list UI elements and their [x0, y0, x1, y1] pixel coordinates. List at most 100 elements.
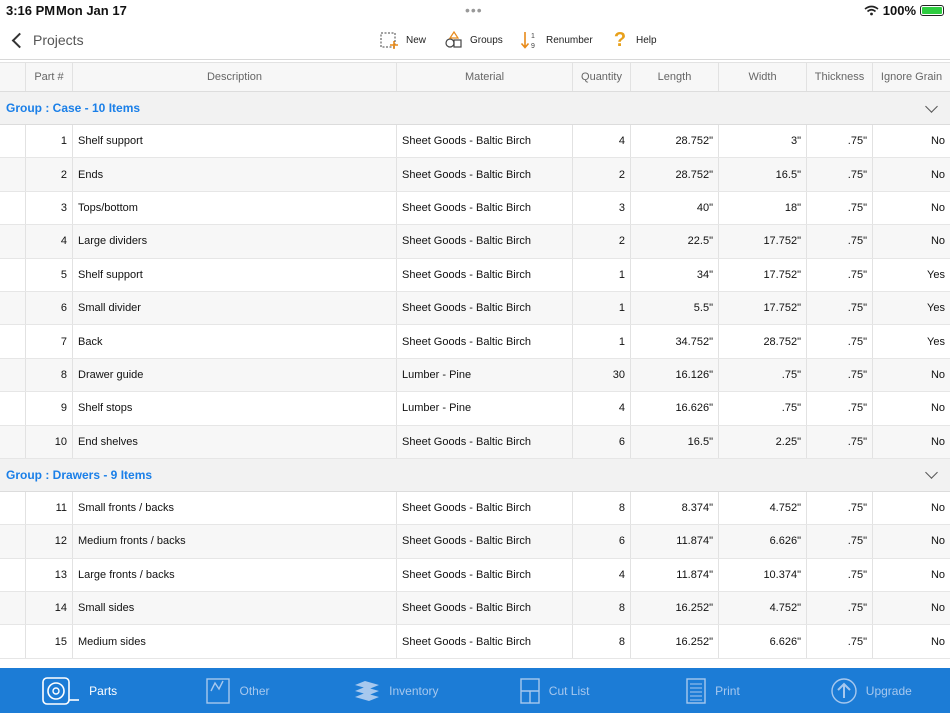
- width-cell[interactable]: 18": [719, 191, 807, 225]
- width-cell[interactable]: 6.626": [719, 625, 807, 658]
- help-button[interactable]: ? Help: [610, 28, 657, 52]
- part-number-cell[interactable]: 3: [26, 191, 73, 225]
- header-length[interactable]: Length: [631, 63, 719, 91]
- width-cell[interactable]: .75": [719, 358, 807, 392]
- table-row[interactable]: 6 Small divider Sheet Goods - Baltic Birch…: [0, 291, 950, 326]
- table-row[interactable]: 8 Drawer guide Lumber - Pine 30 16.126" .75".…: [0, 358, 950, 393]
- part-number-cell[interactable]: 15: [26, 625, 73, 658]
- description-cell[interactable]: Shelf support: [73, 125, 397, 158]
- description-cell[interactable]: End shelves: [73, 425, 397, 458]
- length-cell[interactable]: 11.874": [631, 558, 719, 592]
- width-cell[interactable]: 4.752": [719, 491, 807, 525]
- material-cell[interactable]: Sheet Goods - Baltic Birch: [397, 425, 573, 458]
- quantity-cell[interactable]: 2: [573, 225, 631, 258]
- thickness-cell[interactable]: .75": [807, 525, 873, 558]
- part-number-cell[interactable]: 4: [26, 225, 73, 258]
- header-thickness[interactable]: Thickness: [807, 63, 873, 91]
- description-cell[interactable]: Medium fronts / backs: [73, 525, 397, 558]
- material-cell[interactable]: Sheet Goods - Baltic Birch: [397, 191, 573, 225]
- description-cell[interactable]: Shelf stops: [73, 392, 397, 425]
- length-cell[interactable]: 16.252": [631, 625, 719, 658]
- length-cell[interactable]: 22.5": [631, 225, 719, 258]
- material-cell[interactable]: Sheet Goods - Baltic Birch: [397, 158, 573, 191]
- ignore-grain-cell[interactable]: No: [873, 559, 950, 591]
- ignore-grain-cell[interactable]: No: [873, 426, 950, 458]
- header-part[interactable]: Part #: [26, 63, 73, 91]
- description-cell[interactable]: Ends: [73, 158, 397, 191]
- description-cell[interactable]: Back: [73, 325, 397, 358]
- length-cell[interactable]: 8.374": [631, 491, 719, 525]
- description-cell[interactable]: Large dividers: [73, 225, 397, 258]
- tab-other[interactable]: Other: [158, 668, 316, 713]
- material-cell[interactable]: Sheet Goods - Baltic Birch: [397, 225, 573, 258]
- ignore-grain-cell[interactable]: No: [873, 359, 950, 391]
- ignore-grain-cell[interactable]: Yes: [873, 292, 950, 324]
- material-cell[interactable]: Sheet Goods - Baltic Birch: [397, 525, 573, 558]
- quantity-cell[interactable]: 4: [573, 392, 631, 425]
- thickness-cell[interactable]: .75": [807, 191, 873, 225]
- material-cell[interactable]: Sheet Goods - Baltic Birch: [397, 291, 573, 325]
- group-header[interactable]: Group : Case - 10 Items: [0, 92, 950, 125]
- description-cell[interactable]: Drawer guide: [73, 358, 397, 392]
- width-cell[interactable]: 2.25": [719, 425, 807, 458]
- part-number-cell[interactable]: 9: [26, 392, 73, 425]
- thickness-cell[interactable]: .75": [807, 558, 873, 592]
- table-row[interactable]: 15 Medium sides Sheet Goods - Baltic Birch…: [0, 625, 950, 659]
- part-number-cell[interactable]: 10: [26, 425, 73, 458]
- table-row[interactable]: 12 Medium fronts / backs Sheet Goods - Bal…: [0, 525, 950, 559]
- part-number-cell[interactable]: 13: [26, 558, 73, 592]
- quantity-cell[interactable]: 6: [573, 425, 631, 458]
- thickness-cell[interactable]: .75": [807, 291, 873, 325]
- thickness-cell[interactable]: .75": [807, 592, 873, 625]
- length-cell[interactable]: 16.252": [631, 592, 719, 625]
- quantity-cell[interactable]: 4: [573, 558, 631, 592]
- group-header[interactable]: Group : Drawers - 9 Items: [0, 458, 950, 492]
- table-row[interactable]: 9 Shelf stops Lumber - Pine 4 16.626" .75" .75…: [0, 392, 950, 426]
- width-cell[interactable]: .75": [719, 392, 807, 425]
- length-cell[interactable]: 34": [631, 258, 719, 291]
- width-cell[interactable]: 28.752": [719, 325, 807, 358]
- description-cell[interactable]: Shelf support: [73, 258, 397, 291]
- material-cell[interactable]: Sheet Goods - Baltic Birch: [397, 491, 573, 525]
- ignore-grain-cell[interactable]: No: [873, 592, 950, 624]
- length-cell[interactable]: 16.626": [631, 392, 719, 425]
- length-cell[interactable]: 11.874": [631, 525, 719, 558]
- thickness-cell[interactable]: .75": [807, 325, 873, 358]
- length-cell[interactable]: 5.5": [631, 291, 719, 325]
- length-cell[interactable]: 40": [631, 191, 719, 225]
- chevron-down-icon[interactable]: [925, 466, 938, 480]
- new-button[interactable]: New: [380, 28, 426, 52]
- quantity-cell[interactable]: 6: [573, 525, 631, 558]
- width-cell[interactable]: 16.5": [719, 158, 807, 191]
- thickness-cell[interactable]: .75": [807, 425, 873, 458]
- material-cell[interactable]: Sheet Goods - Baltic Birch: [397, 325, 573, 358]
- table-row[interactable]: 13 Large fronts / backs Sheet Goods - Balt…: [0, 558, 950, 593]
- thickness-cell[interactable]: .75": [807, 358, 873, 392]
- description-cell[interactable]: Medium sides: [73, 625, 397, 658]
- ignore-grain-cell[interactable]: No: [873, 525, 950, 557]
- description-cell[interactable]: Tops/bottom: [73, 191, 397, 225]
- table-row[interactable]: 10 End shelves Sheet Goods - Baltic Birch 6…: [0, 425, 950, 459]
- thickness-cell[interactable]: .75": [807, 625, 873, 658]
- width-cell[interactable]: 17.752": [719, 225, 807, 258]
- tab-print[interactable]: Print: [633, 668, 791, 713]
- table-row[interactable]: 3 Tops/bottom Sheet Goods - Baltic Birch 3 4…: [0, 191, 950, 226]
- header-ignore-grain[interactable]: Ignore Grain: [873, 63, 950, 91]
- table-row[interactable]: 1 Shelf support Sheet Goods - Baltic Birch…: [0, 125, 950, 159]
- table-row[interactable]: 14 Small sides Sheet Goods - Baltic Birch 8…: [0, 592, 950, 626]
- header-description[interactable]: Description: [73, 63, 397, 91]
- groups-button[interactable]: Groups: [444, 28, 503, 52]
- width-cell[interactable]: 4.752": [719, 592, 807, 625]
- description-cell[interactable]: Large fronts / backs: [73, 558, 397, 592]
- length-cell[interactable]: 28.752": [631, 125, 719, 158]
- chevron-down-icon[interactable]: [925, 99, 938, 113]
- material-cell[interactable]: Sheet Goods - Baltic Birch: [397, 558, 573, 592]
- ignore-grain-cell[interactable]: No: [873, 625, 950, 657]
- quantity-cell[interactable]: 3: [573, 191, 631, 225]
- header-width[interactable]: Width: [719, 63, 807, 91]
- tab-inventory[interactable]: Inventory: [317, 668, 475, 713]
- description-cell[interactable]: Small divider: [73, 291, 397, 325]
- quantity-cell[interactable]: 30: [573, 358, 631, 392]
- quantity-cell[interactable]: 1: [573, 258, 631, 291]
- thickness-cell[interactable]: .75": [807, 125, 873, 158]
